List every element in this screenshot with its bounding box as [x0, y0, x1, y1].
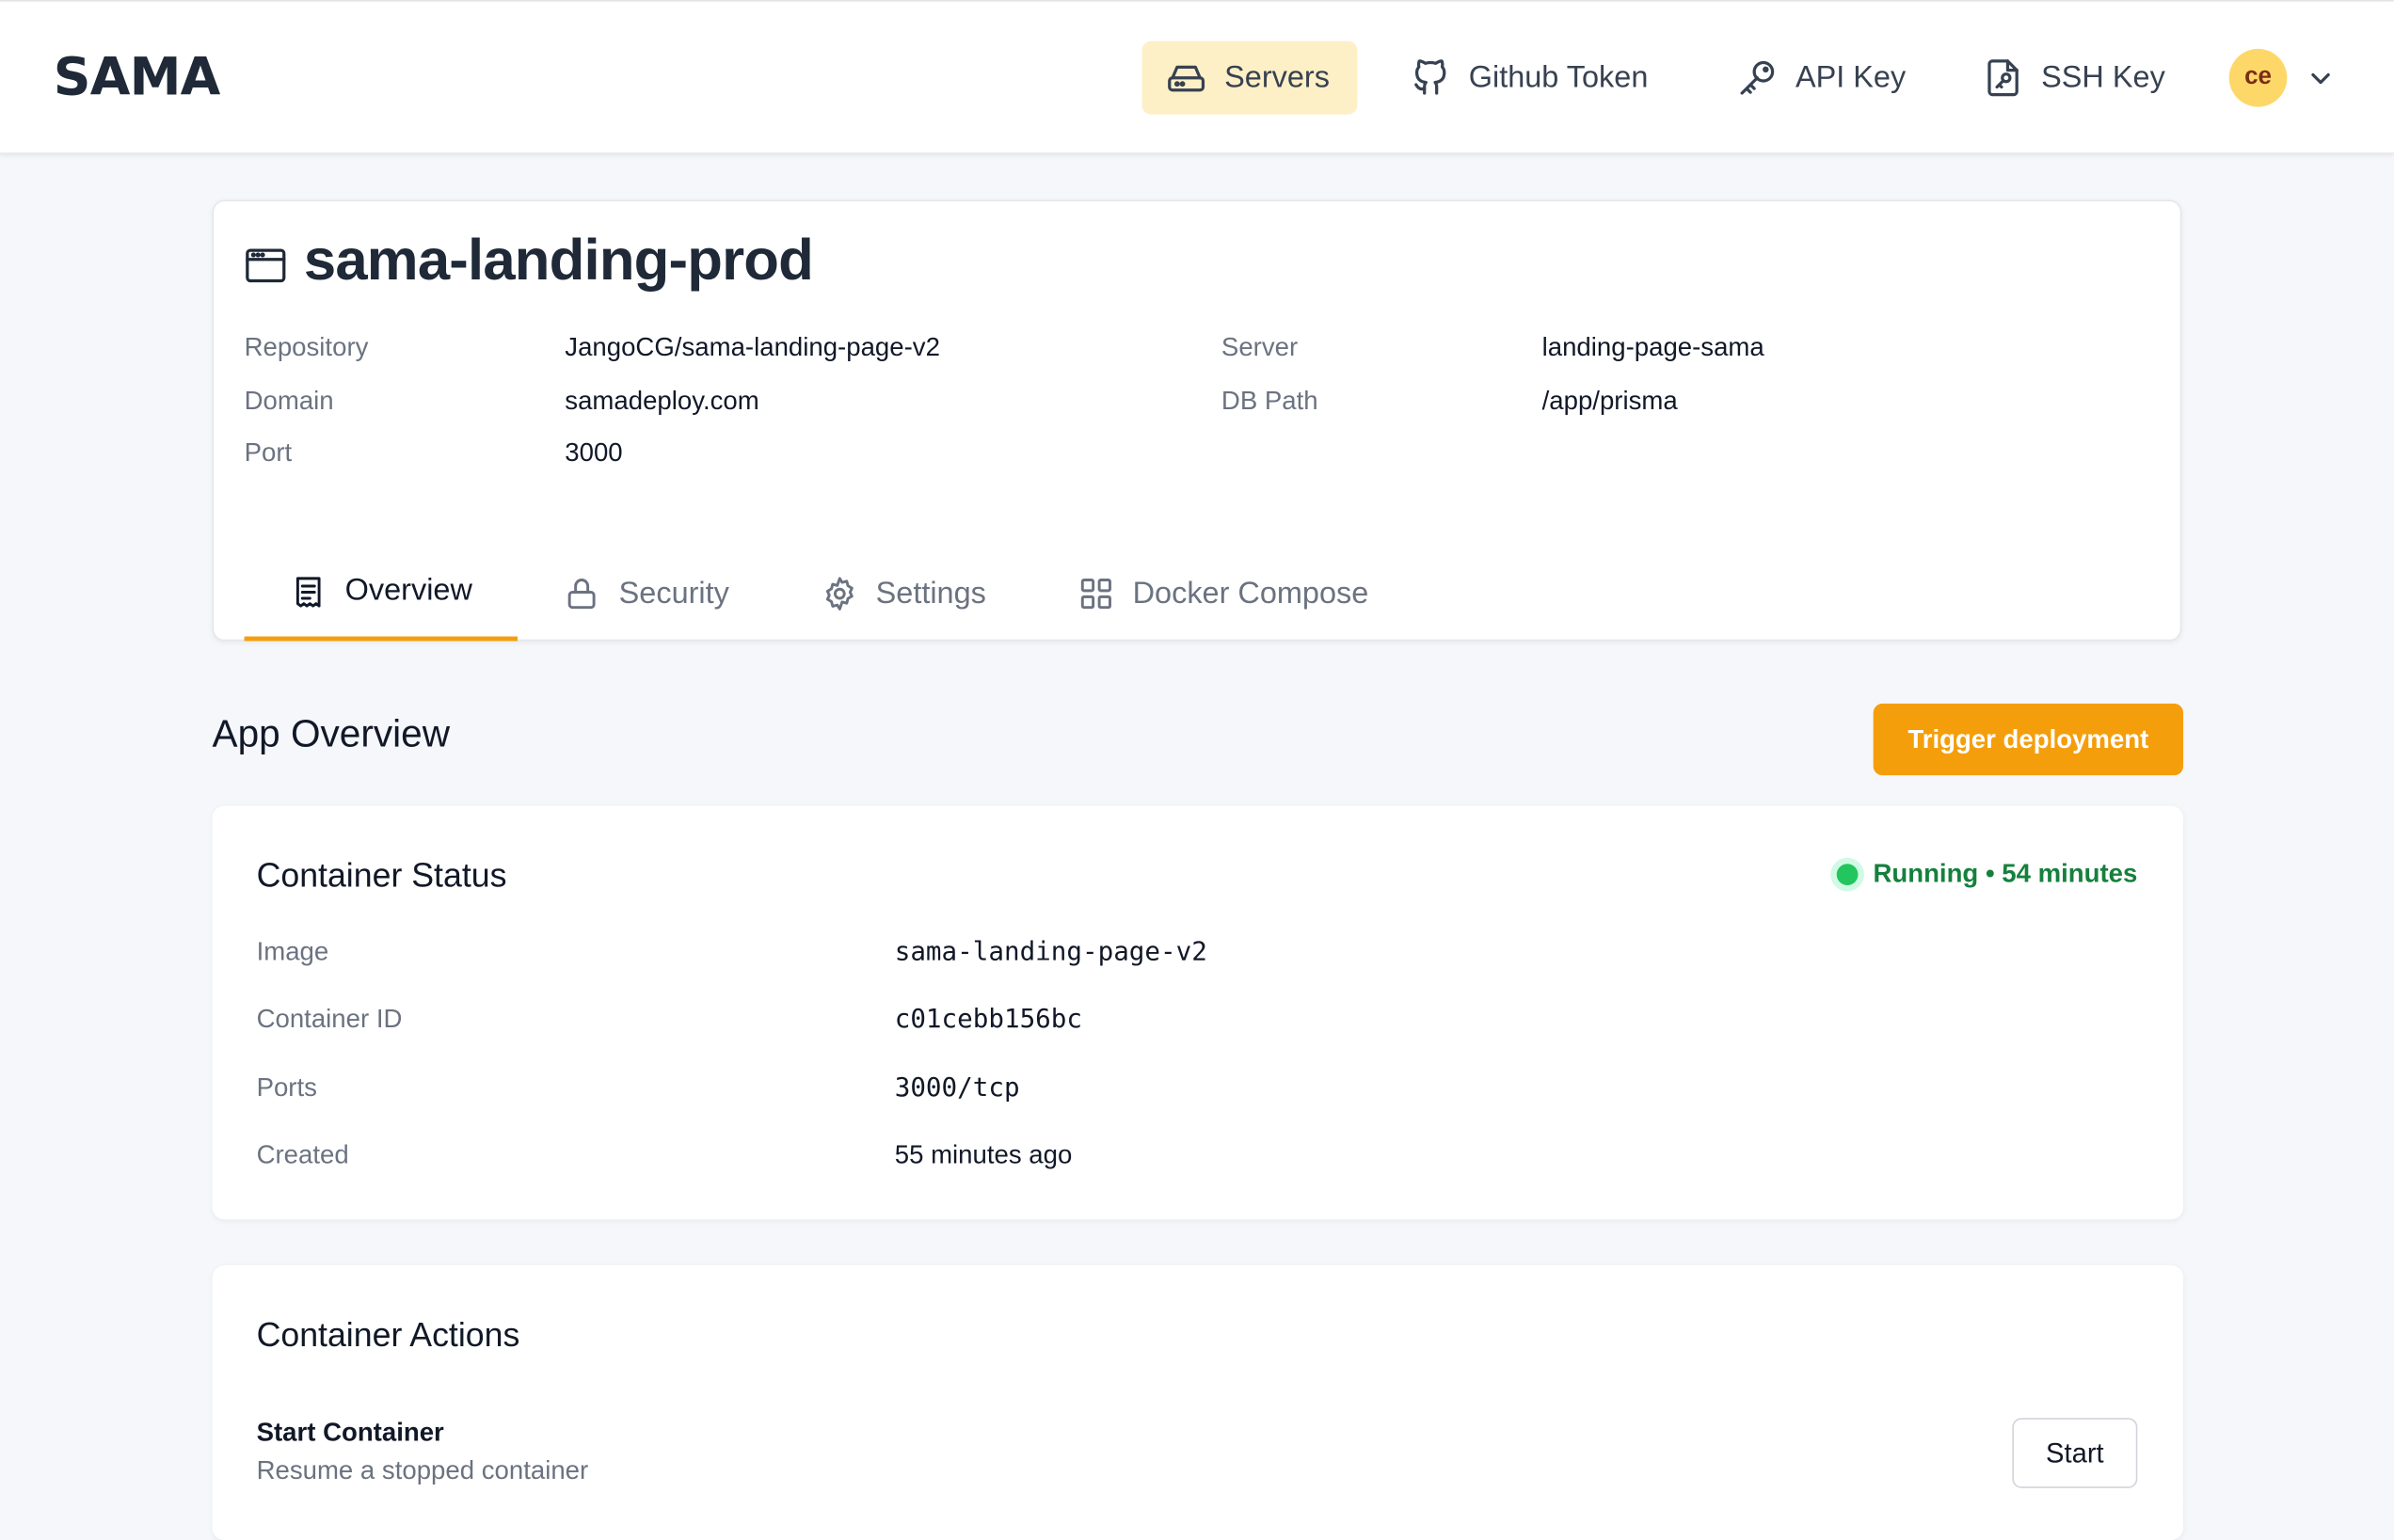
repository-label: Repository: [244, 332, 369, 362]
dbpath-value: /app/prisma: [1541, 386, 1678, 416]
lock-icon: [568, 579, 597, 610]
page-title: sama-landing-prod: [303, 229, 814, 294]
domain-label: Domain: [244, 386, 334, 416]
created-value: 55 minutes ago: [894, 1139, 1073, 1169]
server-value: landing-page-sama: [1541, 332, 1764, 362]
app-frame: SAMA Servers Github Token API Key SSH Ke…: [0, 0, 2394, 1540]
receipt-icon: [295, 576, 321, 607]
tab-security[interactable]: Security: [519, 547, 775, 642]
grid-icon: [1080, 579, 1111, 610]
nav-ssh-key-label: SSH Key: [2041, 60, 2165, 94]
server-label: Server: [1221, 332, 1299, 362]
ports-value: 3000/tcp: [894, 1072, 1020, 1103]
nav-github-token[interactable]: Github Token: [1386, 41, 1669, 115]
image-value: sama-landing-page-v2: [894, 937, 1207, 968]
nav-ssh-key[interactable]: SSH Key: [1959, 41, 2187, 115]
key-icon: [1740, 60, 1775, 95]
dbpath-label: DB Path: [1221, 386, 1318, 416]
tab-docker-compose[interactable]: Docker Compose: [1032, 547, 1414, 642]
status-text: Running • 54 minutes: [1873, 859, 2138, 889]
nav-api-key[interactable]: API Key: [1713, 41, 1927, 115]
domain-value: samadeploy.com: [565, 386, 759, 416]
gear-icon: [825, 577, 854, 611]
image-label: Image: [256, 937, 329, 966]
top-navbar: SAMA Servers Github Token API Key SSH Ke…: [0, 1, 2394, 154]
tab-overview[interactable]: Overview: [244, 547, 519, 642]
window-icon: [246, 248, 286, 283]
port-value: 3000: [565, 437, 623, 468]
app-tabs: Overview Security Settings Docker Compos…: [244, 547, 1414, 642]
container-actions-card: Container Actions Start Container Resume…: [212, 1264, 2184, 1540]
app-header-card: sama-landing-prod Repository JangoCG/sam…: [212, 199, 2182, 642]
container-status-card: Container Status Running • 54 minutes Im…: [212, 805, 2184, 1220]
section-title: App Overview: [212, 712, 450, 756]
nav-api-key-label: API Key: [1795, 60, 1907, 94]
port-label: Port: [244, 437, 293, 468]
trigger-deployment-button[interactable]: Trigger deployment: [1873, 703, 2184, 776]
nav-servers-label: Servers: [1224, 60, 1330, 94]
start-button[interactable]: Start: [2012, 1418, 2138, 1488]
tab-overview-label: Overview: [344, 574, 472, 608]
logo[interactable]: SAMA: [54, 47, 221, 108]
tab-settings[interactable]: Settings: [775, 547, 1032, 642]
container-status-title: Container Status: [256, 856, 507, 895]
github-icon: [1414, 59, 1446, 95]
tab-settings-label: Settings: [875, 576, 986, 611]
ports-label: Ports: [256, 1072, 317, 1103]
repository-value: JangoCG/sama-landing-page-v2: [565, 332, 940, 362]
container-id-label: Container ID: [256, 1004, 403, 1034]
nav-servers[interactable]: Servers: [1141, 40, 1358, 115]
start-container-description: Resume a stopped container: [256, 1455, 589, 1485]
status-dot-icon: [1836, 864, 1859, 885]
tab-docker-compose-label: Docker Compose: [1132, 576, 1369, 611]
container-actions-title: Container Actions: [256, 1315, 520, 1355]
chevron-down-icon[interactable]: [2308, 66, 2333, 90]
nav-github-token-label: Github Token: [1468, 60, 1649, 94]
container-id-value: c01cebb156bc: [894, 1004, 1083, 1035]
tab-security-label: Security: [618, 576, 729, 611]
file-key-icon: [1987, 59, 2019, 97]
avatar[interactable]: ce: [2228, 48, 2288, 107]
created-label: Created: [256, 1139, 349, 1169]
start-container-title: Start Container: [256, 1418, 444, 1448]
server-icon: [1168, 65, 1205, 92]
status-badge: Running • 54 minutes: [1836, 859, 2138, 889]
